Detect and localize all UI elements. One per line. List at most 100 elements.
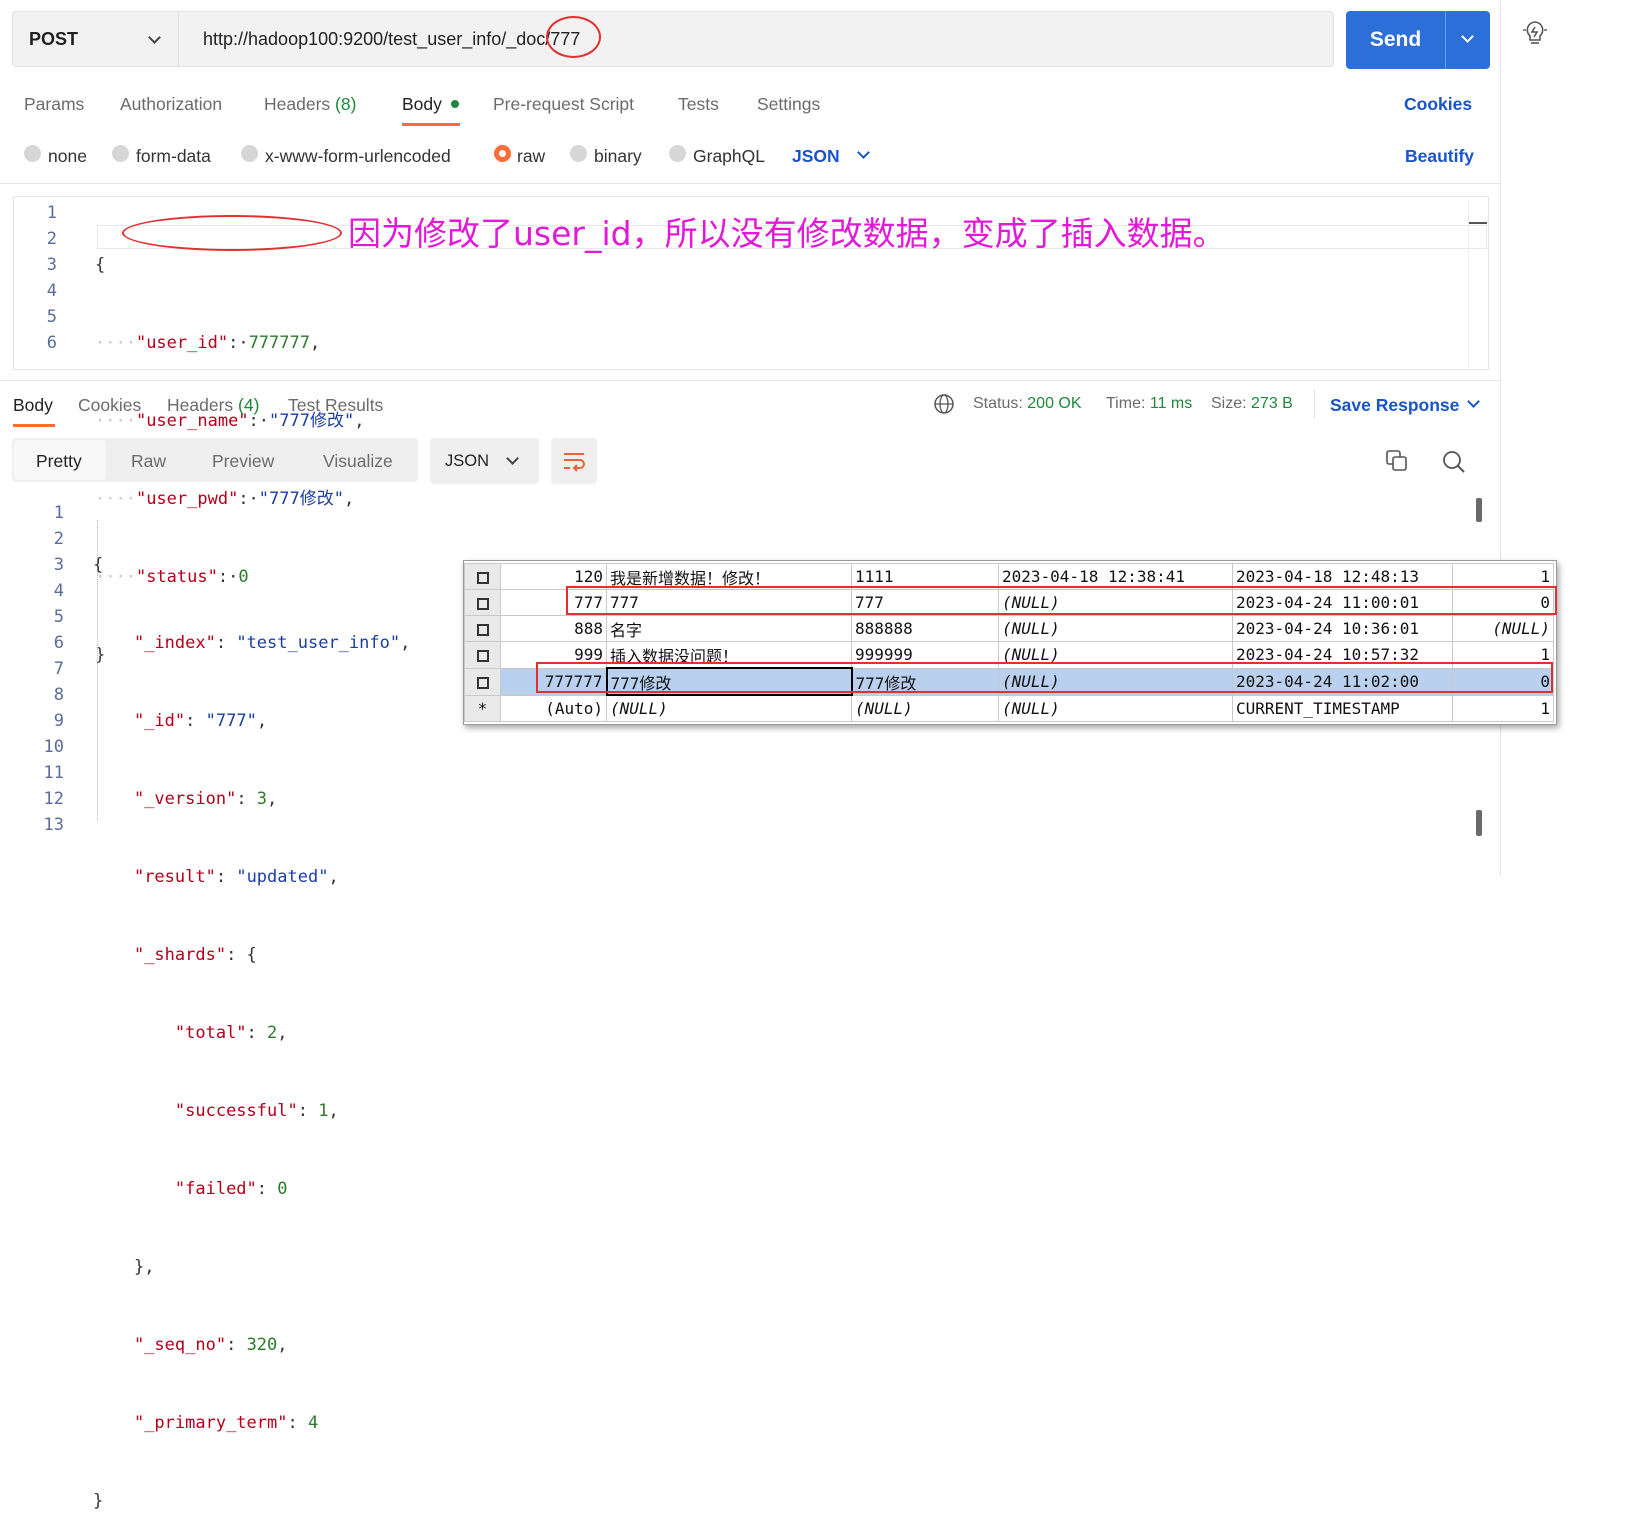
tab-params[interactable]: Params	[24, 94, 84, 115]
row-selector[interactable]	[464, 615, 501, 642]
cell-status[interactable]: (NULL)	[1452, 615, 1554, 642]
response-code: { "_index": "test_user_info", "_id": "77…	[93, 555, 411, 1511]
view-pretty[interactable]: Pretty	[36, 451, 82, 472]
json-value: 1	[318, 1101, 329, 1121]
tab-prerequest-script[interactable]: Pre-request Script	[493, 94, 634, 115]
beautify-link[interactable]: Beautify	[1405, 146, 1474, 167]
chevron-down-icon[interactable]	[1467, 395, 1480, 408]
radio-form-data[interactable]	[112, 145, 129, 162]
response-scroll-thumb-top[interactable]	[1476, 498, 1482, 522]
line-number: 13	[43, 815, 64, 835]
cell-id[interactable]: 888	[500, 615, 607, 642]
cell-id[interactable]: (Auto)	[500, 694, 607, 722]
tab-headers-label: Headers	[264, 94, 331, 114]
json-key: "_shards"	[133, 945, 227, 965]
row-selector[interactable]	[464, 667, 501, 696]
radio-none[interactable]	[24, 145, 41, 162]
send-options-button[interactable]	[1445, 11, 1490, 69]
json-value: 777777	[248, 333, 310, 353]
row-checkbox-icon	[476, 649, 489, 662]
cell-name[interactable]: 名字	[606, 615, 852, 642]
status-readout: Status: 200 OK	[973, 395, 1082, 413]
tab-authorization[interactable]: Authorization	[120, 94, 222, 115]
code-brace: },	[133, 1257, 155, 1277]
json-value: 2	[267, 1023, 278, 1043]
send-label: Send	[1369, 28, 1422, 51]
line-number: 5	[53, 607, 64, 627]
line-number: 10	[43, 737, 64, 757]
line-number: 5	[46, 307, 57, 327]
body-format-select[interactable]: JSON	[792, 146, 840, 167]
time-readout: Time: 11 ms	[1106, 395, 1192, 413]
copy-icon[interactable]	[1385, 449, 1409, 473]
line-number: 12	[43, 789, 64, 809]
radio-raw[interactable]	[494, 145, 511, 162]
size-value: 273 B	[1251, 395, 1293, 412]
response-tab-headers[interactable]: Headers (4)	[167, 395, 259, 416]
radio-form-data-label: form-data	[136, 146, 211, 166]
row-selector[interactable]	[464, 641, 501, 669]
response-format-label: JSON	[445, 452, 490, 470]
row-selector[interactable]: *	[464, 694, 501, 722]
radio-urlencoded[interactable]	[241, 145, 258, 162]
radio-binary-label: binary	[594, 146, 642, 166]
row-selector[interactable]	[464, 563, 501, 590]
view-visualize[interactable]: Visualize	[323, 451, 393, 472]
cell-created[interactable]: (NULL)	[998, 694, 1233, 722]
lightbulb-icon[interactable]	[1521, 18, 1549, 48]
search-icon[interactable]	[1441, 449, 1467, 475]
radio-binary[interactable]	[570, 145, 587, 162]
json-key: "failed"	[174, 1179, 257, 1199]
cookies-link[interactable]: Cookies	[1404, 94, 1472, 115]
save-response-button[interactable]: Save Response	[1330, 395, 1459, 416]
row-selector[interactable]	[464, 589, 501, 616]
tab-headers[interactable]: Headers (8)	[264, 94, 356, 115]
json-value: "updated"	[236, 867, 329, 887]
url-text: http://hadoop100:9200/test_user_info/_do…	[203, 29, 581, 49]
cell-updated[interactable]: CURRENT_TIMESTAMP	[1232, 694, 1453, 722]
table-row[interactable]: 888 名字 888888 (NULL) 2023-04-24 10:36:01…	[464, 615, 1554, 642]
status-value: 200 OK	[1027, 395, 1082, 412]
active-tab-indicator	[402, 123, 460, 126]
tab-body[interactable]: Body	[402, 94, 442, 115]
chevron-down-icon[interactable]	[857, 146, 870, 159]
cell-updated[interactable]: 2023-04-24 10:36:01	[1232, 615, 1453, 642]
tab-settings[interactable]: Settings	[757, 94, 820, 115]
cell-pwd[interactable]: (NULL)	[851, 694, 999, 722]
response-tab-cookies[interactable]: Cookies	[78, 395, 141, 416]
json-key: "_primary_term"	[133, 1413, 288, 1433]
code-brace: {	[95, 255, 106, 275]
send-button[interactable]: Send	[1346, 11, 1445, 69]
response-scroll-thumb-bottom[interactable]	[1476, 810, 1482, 836]
cell-pwd[interactable]: 888888	[851, 615, 999, 642]
row-checkbox-icon	[476, 623, 489, 636]
radio-graphql-label: GraphQL	[693, 146, 765, 166]
cell-name[interactable]: (NULL)	[606, 694, 852, 722]
line-number: 6	[53, 633, 64, 653]
request-line-numbers: 1 2 3 4 5 6	[17, 200, 57, 356]
radio-graphql[interactable]	[669, 145, 686, 162]
tab-tests[interactable]: Tests	[678, 94, 719, 115]
globe-icon[interactable]	[933, 393, 955, 415]
json-key: "_id"	[133, 711, 186, 731]
cell-status[interactable]: 1	[1452, 694, 1554, 722]
annotation-text: 因为修改了user_id，所以没有修改数据，变成了插入数据。	[348, 214, 1226, 253]
editor-scroll-thumb[interactable]	[1469, 222, 1487, 224]
row-checkbox-icon	[476, 676, 489, 689]
code-brace: }	[93, 1491, 104, 1511]
table-row-new[interactable]: * (Auto) (NULL) (NULL) (NULL) CURRENT_TI…	[464, 694, 1554, 722]
view-preview[interactable]: Preview	[212, 451, 274, 472]
tab-body-label: Body	[402, 94, 442, 114]
method-label: POST	[29, 29, 79, 49]
status-divider	[1314, 390, 1315, 418]
size-readout: Size: 273 B	[1211, 395, 1293, 413]
response-tab-body[interactable]: Body	[13, 395, 53, 416]
line-number: 4	[46, 281, 57, 301]
wrap-lines-icon	[564, 453, 585, 472]
json-key: "_seq_no"	[133, 1335, 227, 1355]
cell-created[interactable]: (NULL)	[998, 615, 1233, 642]
json-value: 0	[277, 1179, 288, 1199]
response-tab-test-results[interactable]: Test Results	[288, 395, 383, 416]
line-number: 2	[53, 529, 64, 549]
view-raw[interactable]: Raw	[131, 451, 166, 472]
